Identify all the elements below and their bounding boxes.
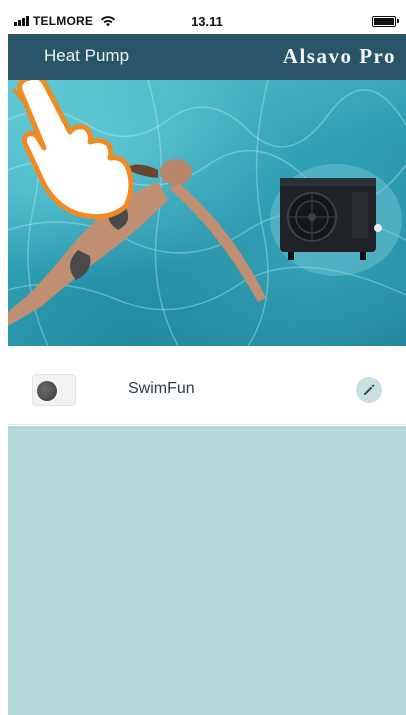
status-bar: TELMORE 13.11 xyxy=(8,8,406,34)
edit-device-button[interactable] xyxy=(356,377,382,403)
brand-title: Alsavo Pro xyxy=(282,44,396,68)
navigation-bar: Heat Pump Alsavo Pro xyxy=(8,34,406,80)
heat-pump-icon xyxy=(270,164,402,276)
device-status-dot xyxy=(37,381,57,401)
battery-icon xyxy=(372,16,399,27)
hero-illustration xyxy=(8,80,406,346)
app-screen: TELMORE 13.11 Heat Pump Alsavo Pro SwimF… xyxy=(8,8,406,715)
hero-banner xyxy=(8,80,406,346)
status-time: 13.11 xyxy=(191,14,223,29)
back-button-heat-pump[interactable]: Heat Pump xyxy=(44,46,129,66)
tap-gesture-icon xyxy=(12,80,134,220)
row-divider xyxy=(8,424,406,425)
battery-fill xyxy=(374,18,394,25)
device-name: SwimFun xyxy=(128,380,195,397)
device-status-toggle[interactable] xyxy=(32,374,76,406)
device-list-item[interactable]: SwimFun xyxy=(8,356,406,422)
pencil-icon xyxy=(364,384,375,395)
empty-content-area xyxy=(8,426,406,715)
